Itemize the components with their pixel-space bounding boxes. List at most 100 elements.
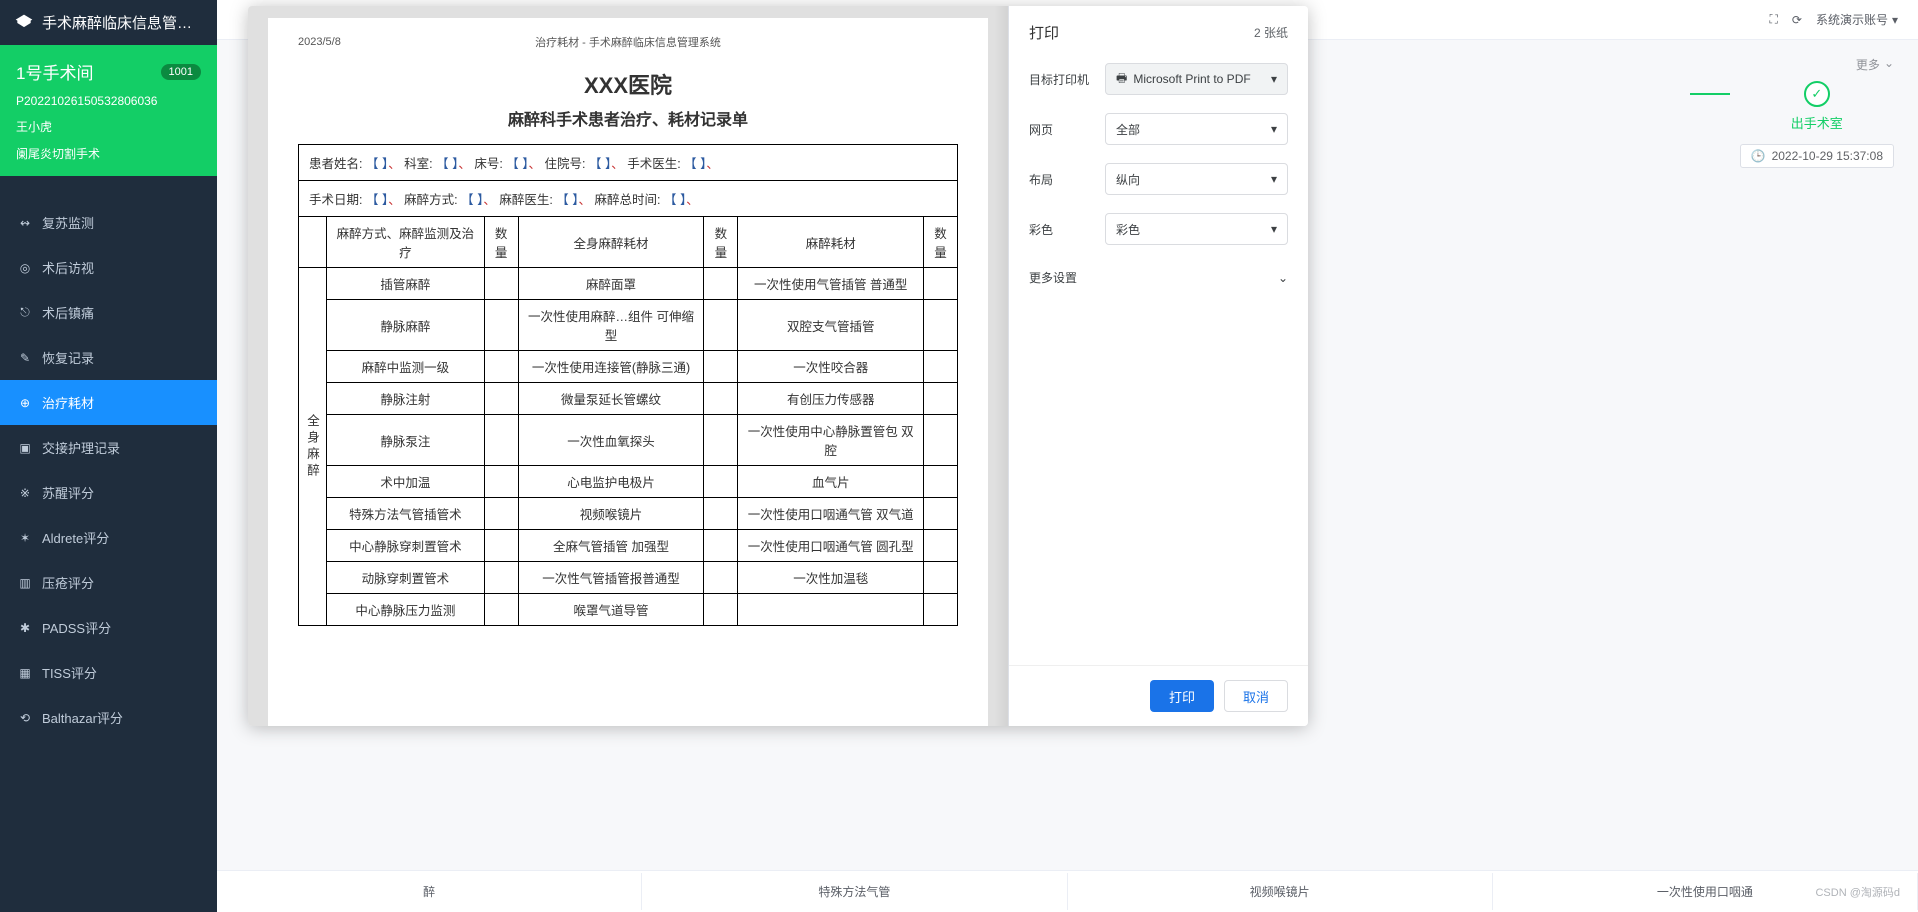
cell: 一次性加温毯 — [738, 562, 924, 594]
cell: 麻醉面罩 — [518, 268, 704, 300]
cell — [704, 594, 738, 626]
print-button[interactable]: 打印 — [1150, 680, 1214, 712]
table-row: 静脉注射微量泵延长管螺纹有创压力传感器 — [299, 383, 958, 415]
col-header: 麻醉方式、麻醉监测及治疗 — [327, 217, 485, 268]
cell — [484, 498, 518, 530]
dest-select[interactable]: 🖶Microsoft Print to PDF ▾ — [1105, 63, 1288, 95]
dest-label: 目标打印机 — [1029, 71, 1097, 88]
cell: 喉罩气道导管 — [518, 594, 704, 626]
cell: 血气片 — [738, 466, 924, 498]
cell: 有创压力传感器 — [738, 383, 924, 415]
cell: 一次性使用连接管(静脉三通) — [518, 351, 704, 383]
chevron-down-icon: ▾ — [1271, 172, 1277, 186]
col-header: 数量 — [704, 217, 738, 268]
cell — [924, 466, 958, 498]
pages-select[interactable]: 全部▾ — [1105, 113, 1288, 145]
chevron-down-icon: ▾ — [1271, 72, 1277, 86]
table-row: 术中加温 心电监护电极片 血气片 — [299, 466, 958, 498]
chevron-down-icon: ▾ — [1271, 122, 1277, 136]
cell — [924, 351, 958, 383]
cell — [924, 383, 958, 415]
col-header: 全身麻醉耗材 — [518, 217, 704, 268]
table-row: 麻醉中监测一级 一次性使用连接管(静脉三通) 一次性咬合器 — [299, 351, 958, 383]
cell: 静脉泵注 — [327, 415, 485, 466]
cell — [924, 562, 958, 594]
cell: 微量泵延长管螺纹 — [518, 383, 704, 415]
color-select[interactable]: 彩色▾ — [1105, 213, 1288, 245]
cell: 静脉麻醉 — [327, 300, 485, 351]
cell: 插管麻醉 — [327, 268, 485, 300]
pages-label: 网页 — [1029, 121, 1097, 138]
table-row: 静脉麻醉一次性使用麻醉…组件 可伸缩型双腔支气管插管 — [299, 300, 958, 351]
cell — [484, 351, 518, 383]
cell — [484, 415, 518, 466]
cell — [704, 530, 738, 562]
cell: 一次性气管插管报普通型 — [518, 562, 704, 594]
info-row-2: 手术日期: 【 】、 麻醉方式: 【 】、 麻醉医生: 【 】、 麻醉总时间: … — [299, 181, 958, 217]
cell — [484, 383, 518, 415]
vertical-header: 全身麻醉 — [299, 268, 327, 626]
cell: 一次性使用气管插管 普通型 — [738, 268, 924, 300]
color-label: 彩色 — [1029, 221, 1097, 238]
watermark: CSDN @淘源码d — [1815, 884, 1900, 900]
info-row-1: 患者姓名: 【 】、 科室: 【 】、 床号: 【 】、 住院号: 【 】、 手… — [299, 145, 958, 181]
cell — [704, 268, 738, 300]
table-row: 中心静脉穿刺置管术 全麻气管插管 加强型 一次性使用口咽通气管 圆孔型 — [299, 530, 958, 562]
cell — [484, 562, 518, 594]
cell: 中心静脉穿刺置管术 — [327, 530, 485, 562]
table-row: 特殊方法气管插管术视频喉镜片一次性使用口咽通气管 双气道 — [299, 498, 958, 530]
table-row: 全身麻醉插管麻醉麻醉面罩一次性使用气管插管 普通型 — [299, 268, 958, 300]
printer-icon: 🖶 — [1116, 69, 1127, 90]
cell — [704, 351, 738, 383]
form-table: 患者姓名: 【 】、 科室: 【 】、 床号: 【 】、 住院号: 【 】、 手… — [298, 144, 958, 626]
chevron-down-icon: ▾ — [1271, 222, 1277, 236]
cell — [484, 466, 518, 498]
cell: 特殊方法气管插管术 — [327, 498, 485, 530]
table-row: 静脉泵注一次性血氧探头一次性使用中心静脉置管包 双腔 — [299, 415, 958, 466]
cell — [704, 300, 738, 351]
col-header: 数量 — [484, 217, 518, 268]
cell: 双腔支气管插管 — [738, 300, 924, 351]
more-settings[interactable]: 更多设置⌄ — [1029, 263, 1288, 292]
cell — [704, 466, 738, 498]
cell — [484, 268, 518, 300]
cell — [484, 594, 518, 626]
cell — [704, 562, 738, 594]
cell — [924, 498, 958, 530]
cell: 中心静脉压力监测 — [327, 594, 485, 626]
cell — [924, 594, 958, 626]
cell — [924, 415, 958, 466]
cell: 一次性使用麻醉…组件 可伸缩型 — [518, 300, 704, 351]
paper-header: 治疗耗材 - 手术麻醉临床信息管理系统 — [298, 34, 958, 50]
cell: 视频喉镜片 — [518, 498, 704, 530]
col-header: 数量 — [924, 217, 958, 268]
layout-select[interactable]: 纵向▾ — [1105, 163, 1288, 195]
cancel-button[interactable]: 取消 — [1224, 680, 1288, 712]
cell: 术中加温 — [327, 466, 485, 498]
cell: 一次性咬合器 — [738, 351, 924, 383]
print-panel: 打印 2 张纸 目标打印机 🖶Microsoft Print to PDF ▾ … — [1008, 6, 1308, 726]
table-row: 中心静脉压力监测 喉罩气道导管 — [299, 594, 958, 626]
cell: 全麻气管插管 加强型 — [518, 530, 704, 562]
print-title: 打印 — [1029, 22, 1059, 43]
cell — [704, 498, 738, 530]
cell: 一次性使用中心静脉置管包 双腔 — [738, 415, 924, 466]
layout-label: 布局 — [1029, 171, 1097, 188]
cell: 一次性使用口咽通气管 圆孔型 — [738, 530, 924, 562]
cell: 一次性血氧探头 — [518, 415, 704, 466]
cell — [924, 300, 958, 351]
cell: 心电监护电极片 — [518, 466, 704, 498]
cell — [704, 383, 738, 415]
col-header: 麻醉耗材 — [738, 217, 924, 268]
scroll-shadow — [994, 6, 1008, 726]
cell: 麻醉中监测一级 — [327, 351, 485, 383]
cell — [924, 268, 958, 300]
print-page-count: 2 张纸 — [1254, 24, 1288, 41]
cell — [704, 415, 738, 466]
cell — [484, 300, 518, 351]
header-row: 麻醉方式、麻醉监测及治疗数量全身麻醉耗材数量麻醉耗材数量 — [299, 217, 958, 268]
table-row: 动脉穿刺置管术一次性气管插管报普通型一次性加温毯 — [299, 562, 958, 594]
print-overlay: 2023/5/8 治疗耗材 - 手术麻醉临床信息管理系统 XXX医院 麻醉科手术… — [0, 0, 1918, 912]
paper-title: 麻醉科手术患者治疗、耗材记录单 — [298, 106, 958, 130]
print-preview[interactable]: 2023/5/8 治疗耗材 - 手术麻醉临床信息管理系统 XXX医院 麻醉科手术… — [248, 6, 1008, 726]
